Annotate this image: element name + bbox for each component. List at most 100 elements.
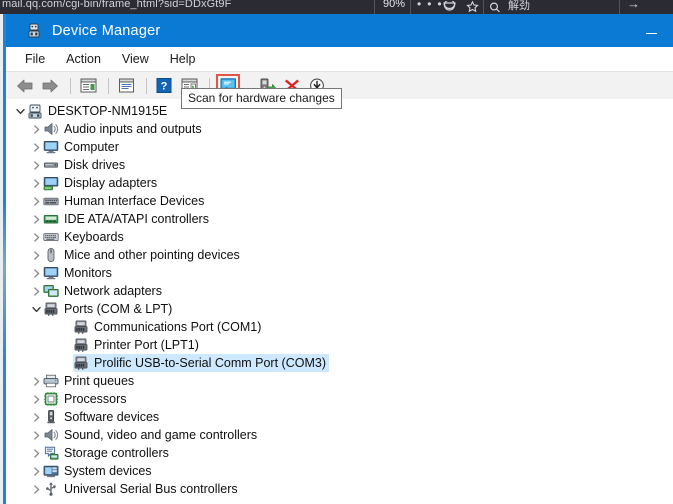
tree-item-content[interactable]: Storage controllers [43, 444, 172, 462]
show-hidden-devices-button[interactable] [77, 75, 99, 97]
tree-item-label: Monitors [64, 266, 112, 280]
browser-zoom-level[interactable]: 90% [383, 0, 405, 10]
chevron-right-icon[interactable] [30, 174, 43, 192]
star-icon[interactable] [466, 1, 479, 13]
port-icon [43, 301, 59, 317]
tree-item-label: Universal Serial Bus controllers [64, 482, 238, 496]
tree-item-content[interactable]: Disk drives [43, 156, 128, 174]
tree-item[interactable]: Print queues [6, 372, 673, 390]
chevron-right-icon[interactable] [30, 426, 43, 444]
tree-item[interactable]: Disk drives [6, 156, 673, 174]
tree-item[interactable]: Keyboards [6, 228, 673, 246]
chevron-right-icon[interactable] [30, 138, 43, 156]
properties-button[interactable] [115, 75, 137, 97]
chevron-right-icon[interactable] [30, 264, 43, 282]
browser-forward-arrow-icon[interactable]: → [627, 0, 640, 11]
tree-item-label: Communications Port (COM1) [94, 320, 262, 334]
menu-file[interactable]: File [16, 50, 54, 68]
menu-help[interactable]: Help [161, 50, 205, 68]
tree-item[interactable]: System devices [6, 462, 673, 480]
device-manager-icon [26, 23, 42, 39]
chevron-right-icon[interactable] [30, 246, 43, 264]
tree-item-content[interactable]: Audio inputs and outputs [43, 120, 205, 138]
tree-item-content[interactable]: IDE ATA/ATAPI controllers [43, 210, 212, 228]
chevron-right-icon[interactable] [30, 156, 43, 174]
port-icon [73, 337, 89, 353]
chevron-right-icon[interactable] [30, 480, 43, 498]
display-adapter-icon [43, 175, 59, 191]
tree-item[interactable]: Monitors [6, 264, 673, 282]
usb-icon [43, 481, 59, 497]
tree-item-label: IDE ATA/ATAPI controllers [64, 212, 209, 226]
chevron-right-icon[interactable] [30, 372, 43, 390]
tree-item[interactable]: Ports (COM & LPT) [6, 300, 673, 318]
tree-item-content[interactable]: Sound, video and game controllers [43, 426, 260, 444]
tree-item[interactable]: Storage controllers [6, 444, 673, 462]
tree-item-label: Print queues [64, 374, 135, 388]
toolbar-separator [146, 77, 147, 94]
tree-item-content[interactable]: Printer Port (LPT1) [73, 336, 202, 354]
chevron-right-icon[interactable] [30, 462, 43, 480]
chevron-right-icon[interactable] [30, 444, 43, 462]
tree-item[interactable]: Communications Port (COM1) [6, 318, 673, 336]
speaker-icon [43, 427, 59, 443]
chevron-right-icon[interactable] [30, 192, 43, 210]
back-button[interactable] [14, 75, 36, 97]
forward-button[interactable] [39, 75, 61, 97]
tree-item-content[interactable]: Software devices [43, 408, 162, 426]
tree-item-content[interactable]: Communications Port (COM1) [73, 318, 264, 336]
help-button[interactable]: ? [153, 75, 175, 97]
hid-icon [43, 193, 59, 209]
tree-item[interactable]: Universal Serial Bus controllers [6, 480, 673, 498]
tree-item[interactable]: Processors [6, 390, 673, 408]
chevron-right-icon[interactable] [30, 210, 43, 228]
tree-item-content[interactable]: Computer [43, 138, 122, 156]
tree-item-content[interactable]: Prolific USB-to-Serial Comm Port (COM3) [73, 354, 329, 372]
tooltip: Scan for hardware changes [181, 88, 342, 109]
tree-item-content[interactable]: Ports (COM & LPT) [43, 300, 175, 318]
tree-item-content[interactable]: Universal Serial Bus controllers [43, 480, 241, 498]
chevron-right-icon[interactable] [30, 282, 43, 300]
device-tree[interactable]: DESKTOP-NM1915E Audio inputs and outputs C… [6, 99, 673, 504]
browser-search-label[interactable]: 解劲 [508, 0, 530, 13]
tree-item-content[interactable]: Human Interface Devices [43, 192, 207, 210]
tree-item-content[interactable]: Keyboards [43, 228, 127, 246]
tree-item[interactable]: IDE ATA/ATAPI controllers [6, 210, 673, 228]
chevron-right-icon[interactable] [30, 390, 43, 408]
tree-item[interactable]: Network adapters [6, 282, 673, 300]
tree-item-content[interactable]: Monitors [43, 264, 115, 282]
tree-item-content[interactable]: DESKTOP-NM1915E [27, 102, 170, 120]
tree-item-content[interactable]: Network adapters [43, 282, 165, 300]
chevron-down-icon[interactable] [14, 102, 27, 120]
tree-item-content[interactable]: Print queues [43, 372, 137, 390]
tree-item-content[interactable]: System devices [43, 462, 155, 480]
minimize-button[interactable] [629, 14, 673, 47]
tree-item[interactable]: Prolific USB-to-Serial Comm Port (COM3) [6, 354, 673, 372]
menu-view[interactable]: View [113, 50, 158, 68]
tree-item[interactable]: Audio inputs and outputs [6, 120, 673, 138]
computer-root-icon [27, 103, 43, 119]
chevron-right-icon[interactable] [30, 408, 43, 426]
tree-item[interactable]: Human Interface Devices [6, 192, 673, 210]
tree-item[interactable]: Printer Port (LPT1) [6, 336, 673, 354]
tree-item-content[interactable]: Mice and other pointing devices [43, 246, 243, 264]
tree-item[interactable]: Sound, video and game controllers [6, 426, 673, 444]
tree-item[interactable]: Display adapters [6, 174, 673, 192]
tree-item-content[interactable]: Display adapters [43, 174, 160, 192]
disk-drive-icon [43, 157, 59, 173]
pocket-icon[interactable] [443, 1, 456, 13]
chevron-down-icon[interactable] [30, 300, 43, 318]
tooltip-text: Scan for hardware changes [188, 91, 335, 105]
chevron-right-icon[interactable] [30, 228, 43, 246]
browser-url-text[interactable]: mail.qq.com/cgi-bin/frame_html?sid=DDxGt… [2, 0, 231, 10]
tree-item[interactable]: Computer [6, 138, 673, 156]
tree-item-content[interactable]: Processors [43, 390, 130, 408]
port-icon [73, 319, 89, 335]
tree-item[interactable]: Mice and other pointing devices [6, 246, 673, 264]
search-icon[interactable] [489, 2, 501, 13]
tree-item[interactable]: Software devices [6, 408, 673, 426]
menu-action[interactable]: Action [57, 50, 110, 68]
network-adapter-icon [43, 283, 59, 299]
chevron-right-icon[interactable] [30, 120, 43, 138]
